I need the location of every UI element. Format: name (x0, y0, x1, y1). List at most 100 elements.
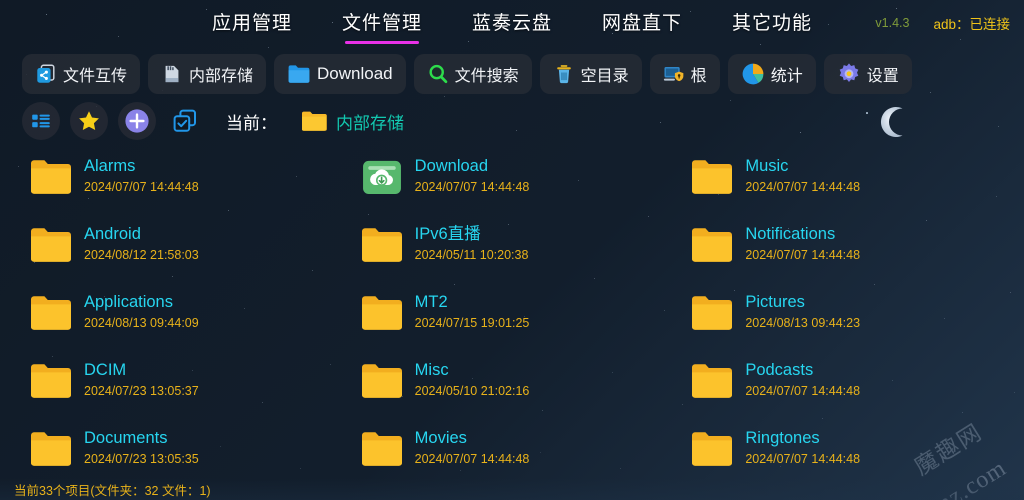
tab-label: 其它功能 (732, 13, 813, 34)
file-date: 2024/07/07 14:44:48 (745, 452, 861, 466)
file-grid-item[interactable]: Applications 2024/08/13 09:44:09 (16, 284, 347, 352)
file-name: DCIM (84, 361, 127, 379)
gear-icon (839, 63, 859, 82)
file-meta: Ringtones 2024/07/07 14:44:48 (745, 428, 860, 466)
sdcard-icon (165, 65, 179, 83)
file-grid-item[interactable]: Podcasts 2024/07/07 14:44:48 (677, 352, 1008, 420)
file-search-button[interactable]: 文件搜索 (413, 54, 532, 94)
file-meta: MT2 2024/07/15 19:01:25 (415, 292, 530, 330)
file-meta: Pictures 2024/08/13 09:44:23 (745, 292, 860, 330)
file-name: Documents (84, 429, 168, 447)
file-name: Android (84, 225, 141, 243)
file-date: 2024/08/13 09:44:23 (745, 316, 861, 330)
file-grid-item[interactable]: Alarms 2024/07/07 14:44:48 (16, 148, 347, 216)
favorites-button[interactable] (70, 102, 108, 140)
file-grid-item[interactable]: Pictures 2024/08/13 09:44:23 (677, 284, 1008, 352)
file-name: MT2 (414, 293, 448, 311)
folder-icon (692, 364, 733, 398)
file-name: Podcasts (745, 361, 814, 379)
file-meta: Misc 2024/05/10 21:02:16 (415, 360, 530, 398)
status-text: 当前33个项目(文件夹：32 文件：1) (14, 483, 211, 498)
add-button[interactable] (118, 102, 156, 140)
nav-tab-list: 应用管理 文件管理 蓝奏云盘 网盘直下 其它功能 (210, 4, 814, 44)
folder-icon (31, 364, 71, 398)
folder-icon (302, 111, 327, 131)
file-date: 2024/08/12 21:58:03 (84, 248, 199, 262)
statistics-button[interactable]: 统计 (727, 54, 816, 94)
file-meta: IPv6直播 2024/05/11 10:20:38 (415, 224, 529, 262)
file-grid-item[interactable]: Notifications 2024/07/07 14:44:48 (677, 216, 1008, 284)
plus-icon (125, 109, 149, 133)
root-button[interactable]: 根 (649, 54, 720, 94)
file-name: Alarms (84, 157, 136, 175)
tab-app-management[interactable]: 应用管理 (210, 4, 294, 44)
file-grid-item[interactable]: Download 2024/07/07 14:44:48 (347, 148, 678, 216)
adb-status-badge[interactable]: adb：已连接 (933, 13, 1010, 33)
file-meta: Podcasts 2024/07/07 14:44:48 (745, 360, 860, 398)
trash-icon (556, 65, 571, 84)
share-files-icon (37, 64, 55, 83)
file-date: 2024/07/07 14:44:48 (414, 452, 530, 466)
file-meta: Alarms 2024/07/07 14:44:48 (84, 156, 199, 194)
tab-other-functions[interactable]: 其它功能 (730, 4, 814, 44)
file-name: Notifications (745, 225, 836, 243)
root-shield-icon (663, 67, 684, 82)
download-folder-button[interactable]: Download (274, 54, 406, 94)
select-copy-icon (173, 109, 196, 132)
star-icon (79, 111, 99, 130)
status-bar: 当前33个项目(文件夹：32 文件：1) (0, 478, 1024, 500)
button-label: 空目录 (580, 68, 629, 85)
empty-directory-button[interactable]: 空目录 (539, 54, 642, 94)
folder-icon (31, 228, 71, 262)
file-meta: DCIM 2024/07/23 13:05:37 (84, 360, 199, 398)
file-grid-item[interactable]: Music 2024/07/07 14:44:48 (677, 148, 1008, 216)
list-view-button[interactable] (22, 102, 60, 140)
folder-icon (361, 296, 402, 330)
file-meta: Music 2024/07/07 14:44:48 (745, 156, 860, 194)
file-name: Pictures (745, 293, 805, 311)
nav-status-area: v1.4.3 adb：已连接 (875, 13, 1010, 33)
file-grid: Alarms 2024/07/07 14:44:48 Download 2024/07… (0, 144, 1024, 488)
breadcrumb[interactable]: 内部存储 (301, 109, 404, 134)
file-transfer-button[interactable]: 文件互传 (22, 54, 141, 94)
file-date: 2024/07/07 14:44:48 (745, 180, 861, 194)
file-grid-item[interactable]: MT2 2024/07/15 19:01:25 (347, 284, 678, 352)
current-path-label: 当前： (226, 113, 277, 133)
tab-label: 文件管理 (341, 13, 422, 34)
file-date: 2024/07/07 14:44:48 (84, 180, 199, 194)
file-date: 2024/07/23 13:05:35 (84, 452, 199, 466)
file-grid-item[interactable]: DCIM 2024/07/23 13:05:37 (16, 352, 347, 420)
file-meta: Download 2024/07/07 14:44:48 (415, 156, 530, 194)
internal-storage-button[interactable]: 内部存储 (148, 54, 267, 94)
file-meta: Android 2024/08/12 21:58:03 (84, 224, 199, 262)
file-date: 2024/07/23 13:05:37 (84, 384, 199, 398)
folder-icon (692, 432, 733, 466)
tab-lanzou-cloud[interactable]: 蓝奏云盘 (470, 4, 554, 44)
list-view-icon (32, 114, 50, 128)
primary-toolbar: 文件互传 内部存储 Download 文件搜索 空目录 根 统计 设置 (0, 48, 1024, 100)
file-meta: Notifications 2024/07/07 14:44:48 (745, 224, 860, 262)
tab-file-management[interactable]: 文件管理 (340, 4, 424, 44)
file-meta: Applications 2024/08/13 09:44:09 (84, 292, 199, 330)
button-label: 文件搜索 (454, 68, 519, 85)
folder-icon (361, 228, 402, 262)
file-grid-item[interactable]: Android 2024/08/12 21:58:03 (16, 216, 347, 284)
file-date: 2024/05/11 10:20:38 (414, 248, 529, 262)
version-label: v1.4.3 (875, 16, 910, 30)
tab-label: 蓝奏云盘 (471, 13, 552, 34)
folder-icon (692, 160, 733, 194)
file-name: Download (414, 157, 489, 175)
file-grid-item[interactable]: IPv6直播 2024/05/11 10:20:38 (347, 216, 678, 284)
button-label: 设置 (866, 68, 899, 85)
file-meta: Documents 2024/07/23 13:05:35 (84, 428, 199, 466)
folder-icon (692, 296, 733, 330)
folder-icon (361, 364, 402, 398)
settings-button[interactable]: 设置 (823, 54, 912, 94)
folder-icon (31, 160, 71, 194)
tab-netdisk-direct[interactable]: 网盘直下 (600, 4, 684, 44)
select-all-button[interactable] (166, 102, 204, 140)
file-name: Applications (84, 293, 173, 311)
file-grid-item[interactable]: Misc 2024/05/10 21:02:16 (347, 352, 678, 420)
file-name: Movies (414, 429, 467, 447)
pie-chart-icon (742, 63, 764, 85)
